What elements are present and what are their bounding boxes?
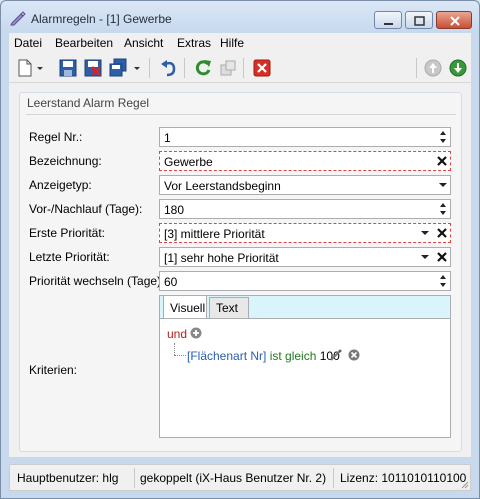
letzte-prioritaet-value: [1] sehr hohe Priorität: [164, 251, 279, 265]
menu-bearbeiten[interactable]: Bearbeiten: [55, 36, 113, 50]
undo-icon[interactable]: [159, 58, 179, 78]
status-separator: [333, 468, 334, 488]
prioritaet-wechseln-field[interactable]: 60: [159, 271, 451, 291]
alarmregeln-window: Alarmregeln - [1] Gewerbe Datei Bearbeit…: [0, 0, 480, 499]
status-separator: [134, 468, 135, 488]
menu-extras[interactable]: Extras: [177, 36, 211, 50]
toolbar-separator: [243, 58, 244, 78]
kriterien-label: Kriterien:: [29, 363, 78, 377]
condition-row[interactable]: [Flächenart Nr] ist gleich 100: [187, 349, 340, 363]
dropdown-arrow-icon[interactable]: [438, 181, 448, 189]
operator-und[interactable]: und: [167, 327, 187, 341]
tab-text[interactable]: Text: [209, 297, 249, 318]
dropdown-arrow-icon[interactable]: [420, 229, 430, 237]
regel-nr-value: 1: [164, 131, 171, 145]
content-area: Leerstand Alarm Regel Regel Nr.: 1 Bezei…: [9, 83, 471, 457]
copy-disabled-icon: [220, 60, 236, 76]
maximize-button[interactable]: [405, 11, 433, 29]
clear-icon[interactable]: [436, 227, 448, 239]
status-bar: Hauptbenutzer: hlg gekoppelt (iX-Haus Be…: [9, 464, 471, 491]
dropdown-arrow-icon[interactable]: [420, 253, 430, 261]
new-dropdown-icon[interactable]: [36, 58, 44, 78]
vor-nachlauf-field[interactable]: 180: [159, 199, 451, 219]
move-down-icon[interactable]: [448, 58, 468, 78]
bezeichnung-field[interactable]: Gewerbe: [159, 151, 451, 171]
close-button[interactable]: [436, 11, 472, 29]
kriterien-tabs: Text Visuell und [Flächenart Nr] ist gle…: [159, 295, 451, 438]
erste-prioritaet-value: [3] mittlere Priorität: [164, 227, 265, 241]
toolbar: [9, 53, 471, 83]
anzeigetyp-select[interactable]: Vor Leerstandsbeginn: [159, 175, 451, 195]
maximize-icon: [414, 16, 425, 26]
window-title: Alarmregeln - [1] Gewerbe: [31, 12, 172, 26]
condition-field[interactable]: [Flächenart Nr]: [187, 349, 266, 363]
group-divider: [26, 114, 456, 115]
menu-hilfe[interactable]: Hilfe: [220, 36, 244, 50]
anzeigetyp-value: Vor Leerstandsbeginn: [164, 179, 281, 193]
toolbar-separator: [416, 58, 417, 78]
spin-up-down-icon[interactable]: [436, 128, 450, 146]
condition-operator[interactable]: ist gleich: [270, 349, 317, 363]
letzte-prioritaet-select[interactable]: [1] sehr hohe Priorität: [159, 247, 451, 267]
add-plus-icon[interactable]: [190, 327, 202, 339]
menu-ansicht[interactable]: Ansicht: [124, 36, 163, 50]
vor-nachlauf-label: Vor-/Nachlauf (Tage):: [29, 202, 143, 216]
regel-nr-field[interactable]: 1: [159, 127, 451, 147]
toolbar-separator: [149, 58, 150, 78]
move-up-disabled-icon: [424, 59, 442, 77]
refresh-icon[interactable]: [193, 58, 213, 78]
save-all-icon[interactable]: [108, 58, 128, 78]
erste-prioritaet-select[interactable]: [3] mittlere Priorität: [159, 223, 451, 243]
toolbar-separator: [184, 58, 185, 78]
app-pen-icon: [10, 11, 26, 26]
status-gekoppelt: gekoppelt (iX-Haus Benutzer Nr. 2): [140, 471, 327, 485]
menu-datei[interactable]: Datei: [14, 36, 42, 50]
spin-up-down-icon[interactable]: [436, 272, 450, 290]
regel-nr-label: Regel Nr.:: [29, 130, 83, 144]
erste-prioritaet-label: Erste Priorität:: [29, 226, 106, 240]
close-icon: [450, 16, 460, 26]
group-title: Leerstand Alarm Regel: [27, 96, 150, 110]
new-document-icon[interactable]: [15, 58, 35, 78]
minimize-button[interactable]: [374, 11, 402, 29]
menu-bar: Datei Bearbeiten Ansicht Extras Hilfe: [9, 33, 471, 53]
bezeichnung-value: Gewerbe: [164, 155, 213, 169]
tree-connector: [174, 355, 186, 356]
tab-visuell[interactable]: Visuell: [163, 295, 207, 319]
anzeigetyp-label: Anzeigetyp:: [29, 178, 92, 192]
remove-icon[interactable]: [348, 349, 360, 361]
spin-up-down-icon[interactable]: [436, 200, 450, 218]
save-close-icon[interactable]: [83, 58, 103, 78]
minimize-icon: [384, 23, 393, 25]
clear-icon[interactable]: [436, 251, 448, 263]
status-hauptbenutzer: Hauptbenutzer: hlg: [17, 471, 119, 485]
delete-icon[interactable]: [252, 58, 272, 78]
bezeichnung-label: Bezeichnung:: [29, 154, 102, 168]
save-dropdown-icon[interactable]: [133, 58, 141, 78]
criteria-editor: und [Flächenart Nr] ist gleich 100: [159, 318, 451, 438]
title-bar: Alarmregeln - [1] Gewerbe: [1, 1, 479, 33]
tree-connector: [174, 343, 175, 355]
letzte-prioritaet-label: Letzte Priorität:: [29, 250, 110, 264]
prioritaet-wechseln-label: Priorität wechseln (Tage):: [29, 274, 165, 288]
prioritaet-wechseln-value: 60: [164, 275, 178, 289]
edit-pen-icon[interactable]: [330, 349, 342, 361]
save-icon[interactable]: [58, 58, 78, 78]
clear-icon[interactable]: [436, 155, 448, 167]
vor-nachlauf-value: 180: [164, 203, 185, 217]
status-lizenz: Lizenz: 1011010110100: [340, 471, 467, 485]
resize-grip-icon[interactable]: [459, 479, 469, 489]
